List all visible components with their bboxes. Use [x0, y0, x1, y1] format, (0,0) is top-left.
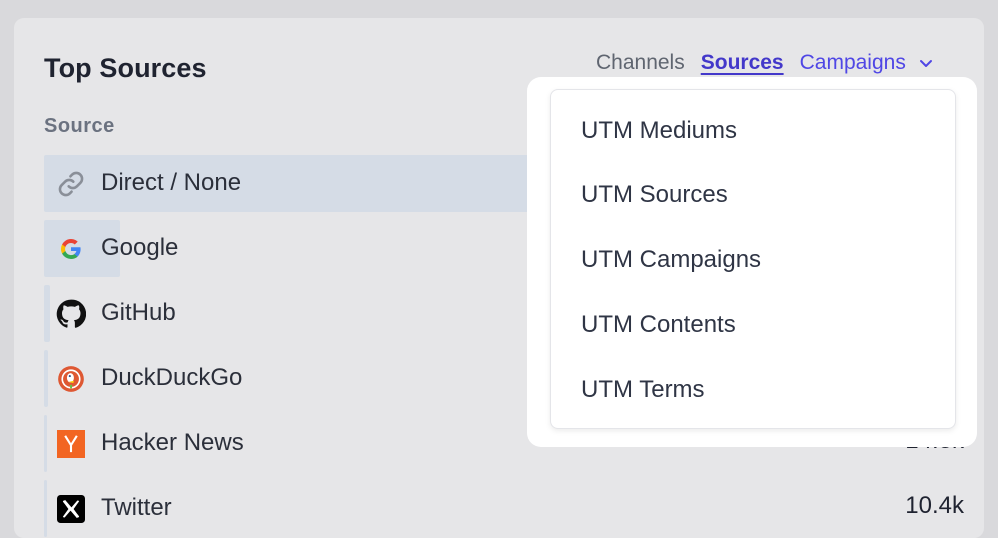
panel-title: Top Sources: [44, 53, 207, 83]
link-icon: [56, 169, 86, 199]
menu-item-utm-mediums[interactable]: UTM Mediums: [581, 117, 737, 145]
utm-dropdown-menu: UTM Mediums UTM Sources UTM Campaigns UT…: [550, 89, 956, 429]
duckduckgo-icon: [56, 364, 86, 394]
source-value: 10.4k: [905, 492, 964, 519]
menu-item-utm-terms[interactable]: UTM Terms: [581, 376, 705, 404]
google-icon: [56, 234, 86, 264]
x-twitter-icon: [56, 494, 86, 524]
source-label: Hacker News: [101, 429, 244, 456]
share-bar: [44, 285, 50, 342]
source-label: DuckDuckGo: [101, 364, 243, 391]
source-label: Direct / None: [101, 169, 242, 196]
chevron-down-icon[interactable]: [916, 53, 936, 73]
menu-item-utm-campaigns[interactable]: UTM Campaigns: [581, 246, 761, 274]
hacker-news-icon: [56, 429, 86, 459]
source-label: Google: [101, 234, 179, 261]
share-bar: [44, 480, 47, 537]
github-icon: [56, 299, 86, 329]
column-header-source: Source: [44, 115, 115, 137]
tab-campaigns[interactable]: Campaigns: [800, 51, 906, 75]
source-label: GitHub: [101, 299, 176, 326]
list-item[interactable]: Twitter 10.4k: [44, 480, 964, 537]
tab-sources[interactable]: Sources: [701, 51, 784, 75]
share-bar: [44, 415, 47, 472]
share-bar: [44, 350, 48, 407]
report-tabs: Channels Sources Campaigns: [596, 48, 936, 78]
menu-item-utm-sources[interactable]: UTM Sources: [581, 181, 728, 209]
menu-item-utm-contents[interactable]: UTM Contents: [581, 311, 736, 339]
tab-channels[interactable]: Channels: [596, 51, 685, 75]
